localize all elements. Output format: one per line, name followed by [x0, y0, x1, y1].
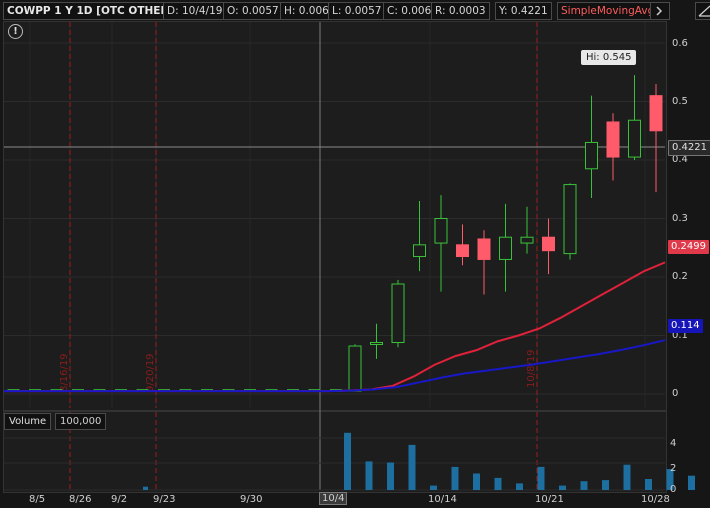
- volume-tick: 0: [670, 484, 677, 495]
- candle-body: [563, 184, 577, 255]
- x-axis-label: 9/30: [240, 494, 263, 505]
- chart-canvas: 8/16/19 9/20/19 10/8/19: [4, 22, 695, 491]
- volume-bar: [344, 432, 351, 490]
- price-tick: 0.6: [672, 38, 688, 49]
- last-price-tag: 0.4221: [668, 140, 710, 156]
- volume-bar: [580, 481, 588, 490]
- volume-bar: [365, 461, 373, 490]
- sma-line: [4, 261, 666, 393]
- candle-body: [413, 244, 426, 258]
- sma2-value-tag: 0.114: [668, 319, 703, 333]
- sma-value-tag: 0.2499: [668, 240, 709, 254]
- volume-bar: [494, 477, 502, 490]
- price-tick: 0.3: [672, 213, 688, 224]
- volume-bar: [143, 486, 148, 490]
- x-axis-label: 9/2: [111, 494, 128, 505]
- volume-bar: [602, 480, 609, 490]
- candle-body: [477, 238, 491, 260]
- x-axis-label: 8/26: [69, 494, 92, 505]
- volume-scale-label: 100,000: [55, 413, 107, 430]
- volume-bar: [387, 462, 394, 490]
- volume-tick: 4: [670, 438, 677, 449]
- sma2-line: [4, 339, 666, 393]
- candle-body: [628, 119, 641, 158]
- candle-body: [520, 236, 534, 244]
- volume-label: Volume: [4, 413, 52, 430]
- candle-body: [649, 95, 663, 132]
- candle-body: [585, 141, 598, 170]
- volume-bar: [645, 479, 652, 490]
- high-annotation: Hi: 0.545: [581, 50, 637, 65]
- event-marker-label: 10/8/19: [526, 349, 537, 388]
- volume-bar: [408, 444, 416, 490]
- event-marker-label: 8/16/19: [59, 353, 70, 392]
- volume-bar: [537, 466, 545, 490]
- candle-body: [348, 345, 362, 392]
- price-tick: 0: [672, 388, 679, 399]
- volume-bar: [451, 466, 459, 490]
- volume-bar: [516, 483, 523, 490]
- x-axis-label: 10/28: [641, 494, 670, 505]
- volume-tick: 2: [670, 463, 677, 474]
- x-axis-cursor-label: 10/4: [319, 492, 348, 505]
- candle-body: [606, 121, 620, 158]
- candle-body: [434, 218, 448, 244]
- candle-body: [499, 236, 512, 260]
- x-axis-label: 10/21: [535, 494, 564, 505]
- candle-body: [542, 236, 555, 252]
- x-axis-label: 9/23: [153, 494, 176, 505]
- price-tick: 0.5: [672, 96, 688, 107]
- candle-body: [391, 283, 405, 344]
- event-marker-label: 9/20/19: [145, 353, 156, 392]
- volume-bar: [430, 485, 437, 490]
- volume-bar: [688, 475, 695, 490]
- x-axis-label: 8/5: [29, 494, 46, 505]
- candle-body: [370, 342, 383, 346]
- x-axis-label: 10/14: [428, 494, 457, 505]
- candle-body: [456, 244, 469, 258]
- price-tick: 0.2: [672, 271, 688, 282]
- volume-bar: [559, 485, 566, 490]
- volume-bar: [473, 473, 480, 490]
- volume-bar: [623, 464, 631, 490]
